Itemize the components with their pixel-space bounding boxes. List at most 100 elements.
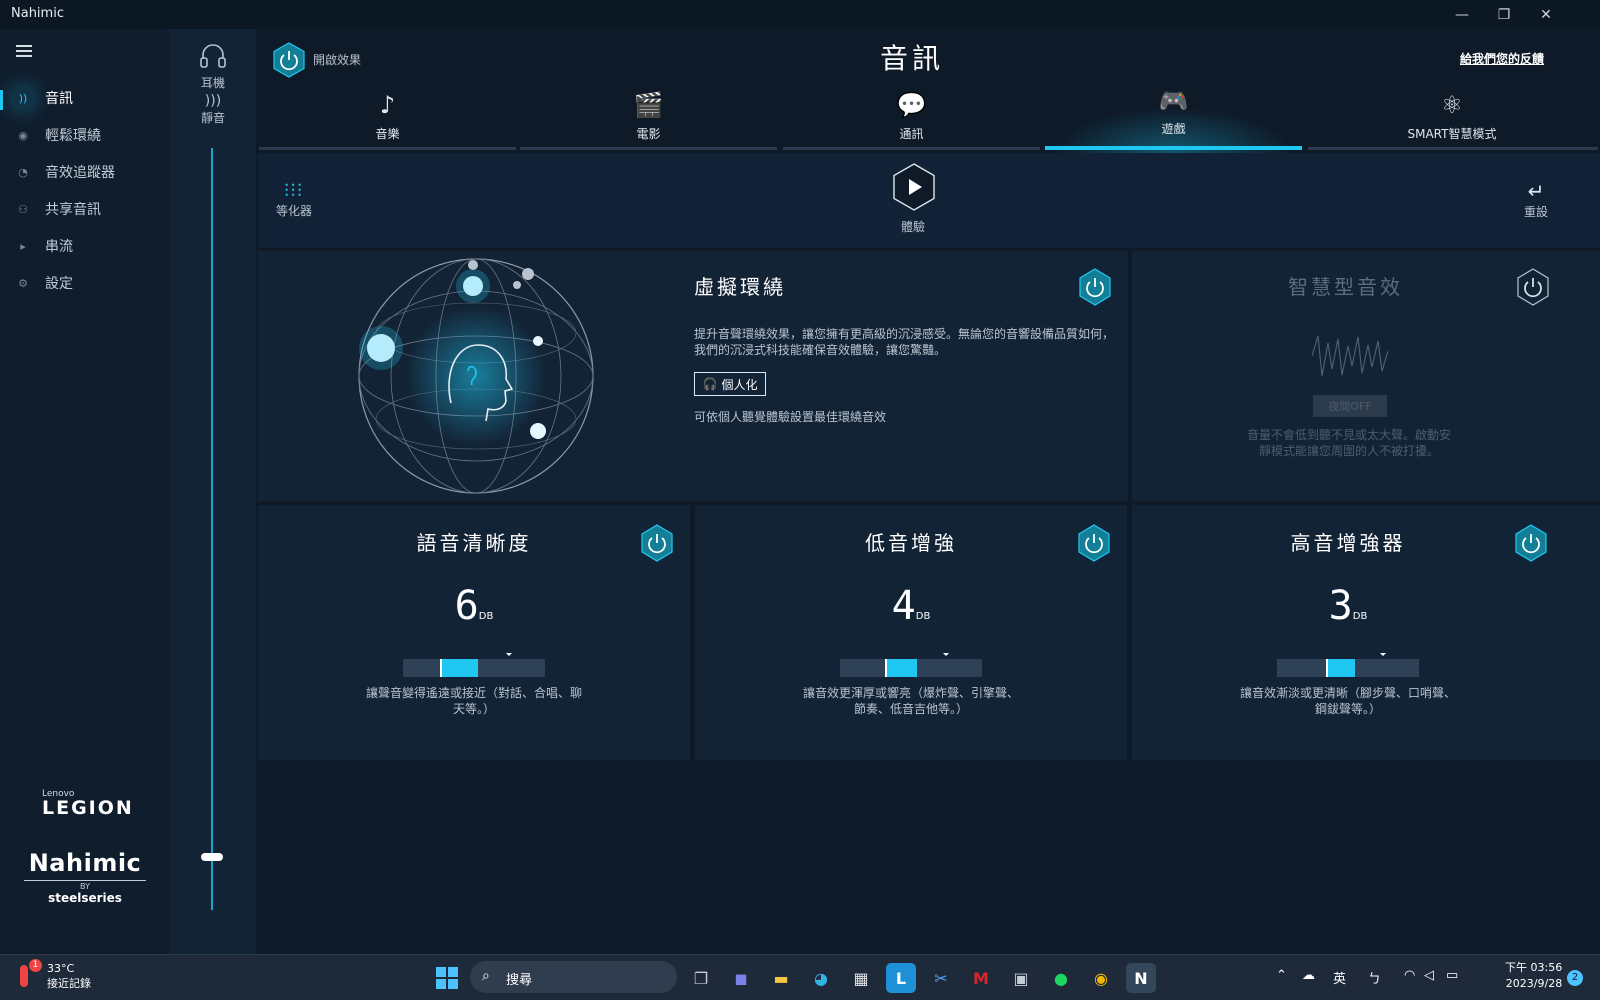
smart-volume-description: 音量不會低到聽不見或太大聲。啟動安靜模式能讓您周圍的人不被打擾。 xyxy=(1246,428,1451,458)
restore-button[interactable]: ❐ xyxy=(1482,0,1526,29)
slider-marker xyxy=(943,653,949,656)
photos-app-icon[interactable]: ▣ xyxy=(1006,963,1036,993)
tab-gaming[interactable]: 🎮 遊戲 xyxy=(1044,85,1303,153)
input-mode-icon[interactable]: ㄅ xyxy=(1368,968,1381,987)
nahimic-taskbar-icon[interactable]: N xyxy=(1126,963,1156,993)
lenovo-vantage-icon[interactable]: L xyxy=(886,963,916,993)
share-audio-icon: ⚇ xyxy=(18,202,28,216)
slider-thumb[interactable] xyxy=(440,659,442,677)
file-explorer-icon[interactable]: ▬ xyxy=(766,963,796,993)
title-bar: Nahimic — ❐ ✕ xyxy=(0,0,1600,29)
app-title: Nahimic xyxy=(11,6,64,21)
volume-slider-thumb[interactable] xyxy=(201,853,223,861)
system-clock[interactable]: 下午 03:56 2023/9/28 xyxy=(1505,960,1562,992)
profile-tabs: ♪ 音樂 🎬 電影 💬 通訊 🎮 遊戲 ⚛ SMART智慧模式 xyxy=(258,85,1600,153)
search-icon: ⌕ xyxy=(482,968,490,984)
bass-boost-card: 低音增強 4DB 讓音效更渾厚或響亮（爆炸聲、引擎聲、節奏、低音吉他等。） xyxy=(695,505,1127,760)
sidebar-item-stream[interactable]: ▸ 串流 xyxy=(0,230,170,262)
headphones-device[interactable]: 耳機 xyxy=(170,41,256,91)
personalize-button[interactable]: 🎧 個人化 xyxy=(694,372,766,396)
slider-fill xyxy=(885,659,917,677)
minimize-button[interactable]: — xyxy=(1440,0,1484,29)
voice-clarity-slider[interactable] xyxy=(403,653,545,677)
spotify-icon[interactable]: ● xyxy=(1046,963,1076,993)
menu-icon[interactable] xyxy=(16,45,32,57)
surround-icon: ◉ xyxy=(18,128,28,142)
bass-boost-slider[interactable] xyxy=(840,653,982,677)
battery-icon[interactable]: ▭ xyxy=(1446,968,1458,983)
sidebar: )) 音訊 ◉ 輕鬆環繞 ◔ 音效追蹤器 ⚇ 共享音訊 ▸ 串流 ⚙ 設定 Le… xyxy=(0,29,170,954)
volume-slider-track[interactable] xyxy=(211,148,213,910)
mute-device[interactable]: ))) 靜音 xyxy=(170,93,256,126)
gamepad-icon: 🎮 xyxy=(1158,87,1189,115)
night-mode-button[interactable]: 夜間OFF xyxy=(1313,395,1387,417)
sidebar-item-settings[interactable]: ⚙ 設定 xyxy=(0,267,170,299)
headphones-label: 耳機 xyxy=(200,76,225,90)
microsoft-store-icon[interactable]: ▦ xyxy=(846,963,876,993)
weather-label: 接近記錄 xyxy=(47,977,91,990)
weather-badge: 1 xyxy=(29,959,42,972)
mcafee-icon[interactable]: M xyxy=(966,963,996,993)
play-label: 體驗 xyxy=(901,220,926,234)
tab-smart-mode[interactable]: ⚛ SMART智慧模式 xyxy=(1307,85,1598,153)
voice-clarity-card: 語音清晰度 6DB 讓聲音變得遙遠或接近（對話、合唱、聊天等。） xyxy=(258,505,690,760)
bass-boost-power-button[interactable] xyxy=(1077,524,1111,562)
audio-waves-icon: )) xyxy=(14,89,32,107)
virtual-surround-card: 虛擬環繞 提升音聲環繞效果，讓您擁有更高級的沉浸感受。無論您的音響設備品質如何，… xyxy=(258,251,1128,501)
headphones-icon: 🎧 xyxy=(702,377,718,391)
equalizer-icon: ⫶⫶⫶ xyxy=(284,181,304,202)
snipping-tool-icon[interactable]: ✂ xyxy=(926,963,956,993)
task-view-icon[interactable]: ❐ xyxy=(686,963,716,993)
teams-chat-icon[interactable]: ◼ xyxy=(726,963,756,993)
notification-badge[interactable]: 2 xyxy=(1567,970,1583,986)
equalizer-button[interactable]: ⫶⫶⫶ 等化器 xyxy=(276,181,312,219)
virtual-surround-power-button[interactable] xyxy=(1078,268,1112,306)
tray-overflow-icon[interactable]: ⌃ xyxy=(1276,968,1287,983)
sound-waves-icon: ))) xyxy=(204,93,222,109)
voice-clarity-value: 6DB xyxy=(454,583,494,629)
effect-power-button[interactable] xyxy=(272,42,306,78)
voice-clarity-power-button[interactable] xyxy=(640,524,674,562)
close-button[interactable]: ✕ xyxy=(1524,0,1568,29)
slider-fill xyxy=(1326,659,1355,677)
sidebar-item-audio[interactable]: )) 音訊 xyxy=(0,82,170,114)
edge-browser-icon[interactable]: ◕ xyxy=(806,963,836,993)
sidebar-item-label: 輕鬆環繞 xyxy=(45,128,101,144)
taskbar: 1 33°C 接近記錄 ⌕ 搜尋 ❐ ◼ ▬ ◕ ▦ L ✂ M ▣ ● ◉ N… xyxy=(0,954,1600,1000)
headphones-icon xyxy=(200,44,226,68)
treble-boost-power-button[interactable] xyxy=(1514,524,1548,562)
wifi-icon[interactable]: ◠ xyxy=(1404,968,1415,983)
virtual-surround-title: 虛擬環繞 xyxy=(694,275,786,299)
sidebar-item-sound-tracker[interactable]: ◔ 音效追蹤器 xyxy=(0,156,170,188)
smart-volume-title: 智慧型音效 xyxy=(1288,275,1403,299)
tab-communication[interactable]: 💬 通訊 xyxy=(782,85,1041,153)
ime-indicator[interactable]: 英 xyxy=(1333,968,1346,987)
sidebar-item-label: 音訊 xyxy=(45,91,73,107)
treble-boost-description: 讓音效漸淡或更清晰（腳步聲、口哨聲、鋼鈸聲等。） xyxy=(1239,686,1456,716)
smart-volume-card: 智慧型音效 夜間OFF 音量不會低到聽不見或太大聲。啟動安靜模式能讓您周圍的人不… xyxy=(1132,251,1600,501)
slider-marker xyxy=(506,653,512,656)
bass-boost-title: 低音增強 xyxy=(865,531,957,555)
treble-boost-slider[interactable] xyxy=(1277,653,1419,677)
tab-movie[interactable]: 🎬 電影 xyxy=(519,85,778,153)
clapperboard-icon: 🎬 xyxy=(633,91,664,119)
voice-clarity-title: 語音清晰度 xyxy=(416,531,532,555)
slider-thumb[interactable] xyxy=(885,659,887,677)
smart-volume-power-button[interactable] xyxy=(1516,268,1550,306)
treble-boost-title: 高音增強器 xyxy=(1290,531,1406,555)
taskbar-search[interactable]: ⌕ 搜尋 xyxy=(470,961,677,993)
start-button[interactable] xyxy=(436,967,458,989)
chrome-icon[interactable]: ◉ xyxy=(1086,963,1116,993)
onedrive-icon[interactable]: ☁ xyxy=(1302,968,1315,983)
weather-temperature: 33°C xyxy=(47,962,75,975)
play-demo-button[interactable] xyxy=(892,163,936,211)
reset-button[interactable]: ↵ 重設 xyxy=(1524,179,1548,220)
sound-tracker-icon: ◔ xyxy=(18,165,28,179)
sidebar-item-surround[interactable]: ◉ 輕鬆環繞 xyxy=(0,119,170,151)
sidebar-item-share-audio[interactable]: ⚇ 共享音訊 xyxy=(0,193,170,225)
feedback-link[interactable]: 給我們您的反饋 xyxy=(1460,50,1544,67)
slider-thumb[interactable] xyxy=(1326,659,1328,677)
mute-label: 靜音 xyxy=(200,111,225,125)
tab-music[interactable]: ♪ 音樂 xyxy=(258,85,517,153)
volume-icon[interactable]: ◁ xyxy=(1424,968,1434,983)
